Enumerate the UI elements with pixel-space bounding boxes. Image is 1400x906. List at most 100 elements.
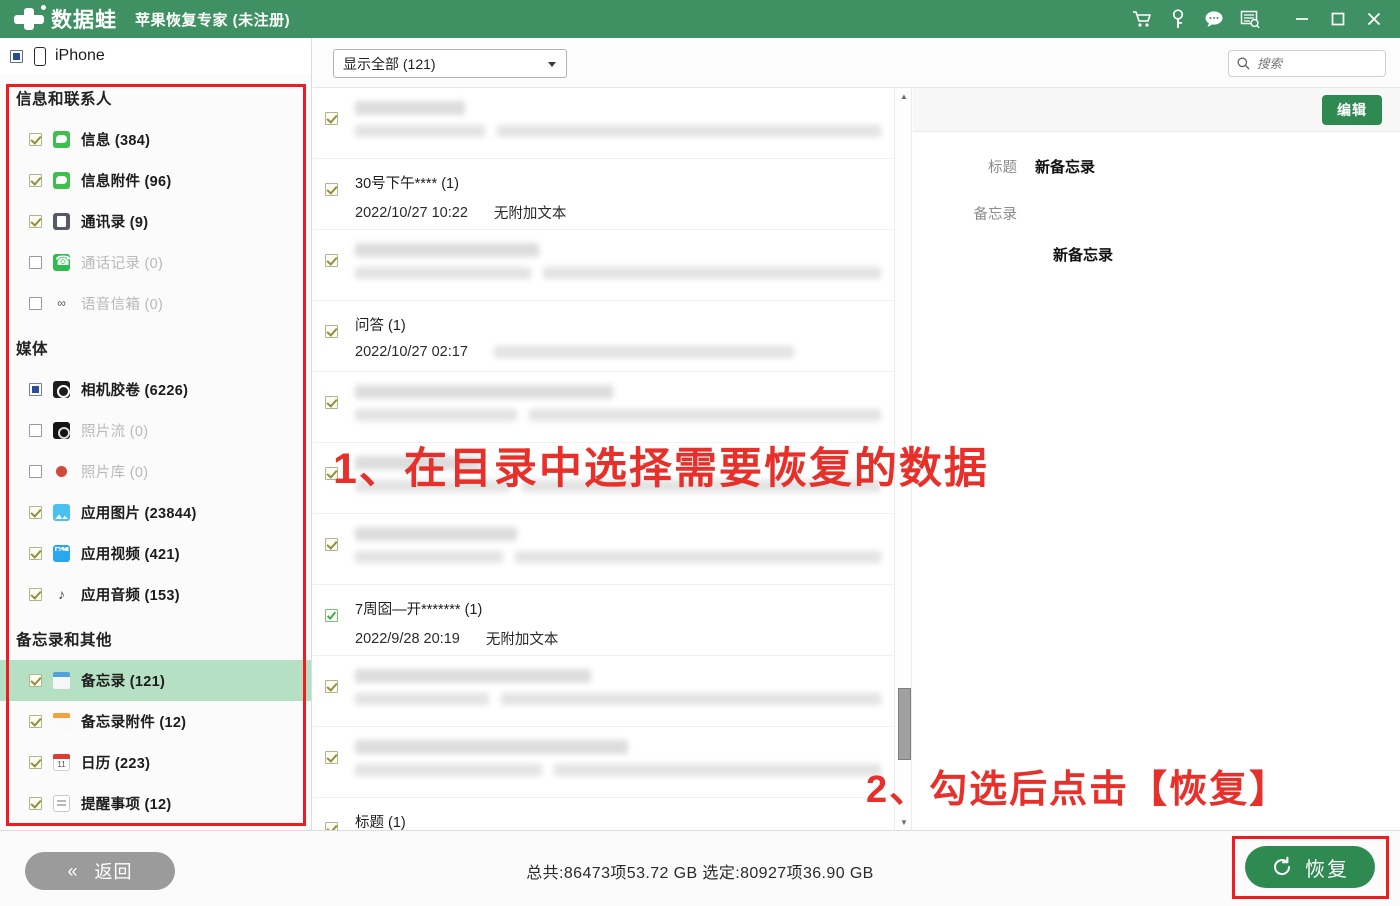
feedback-icon[interactable] — [1232, 0, 1268, 38]
notes-list[interactable]: 30号下午**** (1) 2022/10/27 10:22 无附加文本问答 (1)… — [313, 88, 896, 830]
sidebar-item[interactable]: 提醒事项 (12) — [0, 783, 311, 824]
redacted-meta — [355, 551, 881, 563]
list-item-body: 标题 (1) — [355, 811, 895, 830]
list-item-body: 问答 (1) 2022/10/27 02:17 — [355, 314, 895, 360]
list-item[interactable] — [313, 372, 895, 443]
sidebar-item[interactable]: 通话记录 (0) — [0, 242, 311, 283]
minimize-icon[interactable] — [1284, 0, 1320, 38]
list-item-checkbox[interactable] — [325, 325, 338, 338]
sidebar-item-checkbox[interactable] — [29, 465, 42, 478]
sidebar-item-checkbox[interactable] — [29, 174, 42, 187]
redacted-preview — [543, 267, 881, 279]
sidebar-item[interactable]: ∞ 语音信箱 (0) — [0, 283, 311, 324]
sidebar-item[interactable]: 信息 (384) — [0, 119, 311, 160]
sidebar-item[interactable]: 备忘录 (121) — [0, 660, 311, 701]
list-item[interactable] — [313, 230, 895, 301]
detail-note-label: 备忘录 — [973, 207, 1018, 223]
close-icon[interactable] — [1356, 0, 1392, 38]
sidebar-category-list: 信息和联系人信息 (384) 信息附件 (96) 通讯录 (9) 通话记录 (0) ∞ 语… — [0, 74, 311, 830]
sidebar-item-checkbox[interactable] — [29, 256, 42, 269]
list-item-checkbox[interactable] — [325, 538, 338, 551]
sidebar-item[interactable]: 信息附件 (96) — [0, 160, 311, 201]
list-item-checkbox[interactable] — [325, 112, 338, 125]
list-scrollbar[interactable]: ▲ ▼ — [894, 88, 912, 830]
list-scrollbar-thumb[interactable] — [898, 688, 911, 760]
sidebar-item[interactable]: 备忘录附件 (12) — [0, 701, 311, 742]
list-item-checkbox[interactable] — [325, 680, 338, 693]
list-item[interactable]: 问答 (1) 2022/10/27 02:17 — [313, 301, 895, 372]
frog-cross-logo-icon — [14, 5, 46, 32]
sidebar-item[interactable]: 通讯录 (9) — [0, 201, 311, 242]
sidebar-group-title: 信息和联系人 — [16, 91, 113, 108]
app-window: 数据蛙 苹果恢复专家 (未注册) iPhone 信息和联系人 信息 (384) … — [0, 0, 1400, 906]
key-icon[interactable] — [1160, 0, 1196, 38]
edit-button[interactable]: 编辑 — [1322, 94, 1382, 125]
sidebar-item-checkbox[interactable] — [29, 506, 42, 519]
sidebar-item[interactable]: ♪ 应用音频 (153) — [0, 574, 311, 615]
detail-title-label: 标题 — [988, 160, 1017, 176]
list-item-checkbox[interactable] — [325, 822, 338, 830]
sidebar-item-checkbox[interactable] — [29, 215, 42, 228]
sidebar-item[interactable]: 照片流 (0) — [0, 410, 311, 451]
app-audio-icon: ♪ — [58, 586, 65, 602]
sidebar-item-checkbox[interactable] — [29, 383, 42, 396]
detail-note-value: 新备忘录 — [1053, 247, 1114, 264]
list-item-checkbox[interactable] — [325, 254, 338, 267]
sidebar-item-checkbox[interactable] — [29, 715, 42, 728]
sidebar-item-checkbox[interactable] — [29, 797, 42, 810]
sidebar-item-label: 提醒事项 (12) — [81, 797, 172, 813]
sidebar-item-checkbox[interactable] — [29, 424, 42, 437]
redacted-date — [355, 764, 542, 776]
list-item-checkbox[interactable] — [325, 183, 338, 196]
redacted-date — [355, 267, 531, 279]
search-box[interactable] — [1228, 50, 1386, 77]
list-item-checkbox[interactable] — [325, 467, 338, 480]
sidebar-item[interactable]: 照片库 (0) — [0, 451, 311, 492]
list-item-checkbox[interactable] — [325, 396, 338, 409]
list-item[interactable]: 30号下午**** (1) 2022/10/27 10:22 无附加文本 — [313, 159, 895, 230]
chat-icon[interactable] — [1196, 0, 1232, 38]
sidebar-item[interactable]: 应用图片 (23844) — [0, 492, 311, 533]
filter-dropdown[interactable]: 显示全部 (121) — [333, 49, 567, 78]
sidebar-item-checkbox[interactable] — [29, 588, 42, 601]
sidebar-device-iphone[interactable]: iPhone — [0, 38, 311, 74]
detail-panel: 编辑 标题 新备忘录 备忘录 新备忘录 — [913, 88, 1400, 830]
list-item-checkbox[interactable] — [325, 609, 338, 622]
redacted-date — [355, 480, 510, 492]
list-item[interactable] — [313, 88, 895, 159]
sidebar-item[interactable]: 日历 (223) — [0, 742, 311, 783]
sidebar-item-checkbox[interactable] — [29, 756, 42, 769]
search-icon — [1237, 57, 1250, 70]
list-item[interactable] — [313, 656, 895, 727]
maximize-icon[interactable] — [1320, 0, 1356, 38]
device-checkbox[interactable] — [10, 49, 23, 63]
list-item[interactable]: 标题 (1) — [313, 798, 895, 830]
list-item[interactable]: 7周囵—开******* (1) 2022/9/28 20:19 无附加文本 — [313, 585, 895, 656]
sidebar-group-title: 媒体 — [16, 341, 49, 358]
sidebar-item[interactable]: 相机胶卷 (6226) — [0, 369, 311, 410]
camera-roll-icon — [53, 381, 70, 398]
app-videos-icon — [53, 545, 70, 562]
list-item[interactable] — [313, 443, 895, 514]
list-item-checkbox[interactable] — [325, 751, 338, 764]
sidebar-item-checkbox[interactable] — [29, 547, 42, 560]
list-scroll-down-icon[interactable]: ▼ — [895, 814, 913, 830]
list-item-body — [355, 385, 895, 421]
content-toolbar: 显示全部 (121) — [313, 38, 1400, 88]
sidebar-item[interactable]: 应用视频 (421) — [0, 533, 311, 574]
list-scroll-up-icon[interactable]: ▲ — [895, 88, 913, 104]
search-input[interactable] — [1257, 56, 1367, 71]
redacted-preview — [501, 693, 881, 705]
list-item[interactable] — [313, 514, 895, 585]
sidebar-item-checkbox[interactable] — [29, 133, 42, 146]
redacted-meta — [355, 480, 881, 492]
sidebar-item-checkbox[interactable] — [29, 297, 42, 310]
recover-button[interactable]: 恢复 — [1245, 846, 1375, 888]
redacted-preview — [515, 551, 881, 563]
back-button[interactable]: « 返回 — [25, 852, 175, 890]
redacted-title — [355, 243, 539, 257]
sidebar-item-label: 通讯录 (9) — [81, 215, 149, 231]
cart-icon[interactable] — [1124, 0, 1160, 38]
list-item[interactable] — [313, 727, 895, 798]
sidebar-item-checkbox[interactable] — [29, 674, 42, 687]
